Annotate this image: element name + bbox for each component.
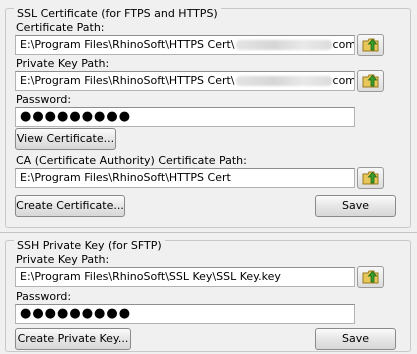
folder-with-green-arrow-icon	[362, 74, 378, 88]
certificate-path-label: Certificate Path:	[16, 21, 105, 34]
ssh-private-key-path-field[interactable]: E:\Program Files\RhinoSoft\SSL Key\SSL K…	[15, 267, 355, 287]
view-certificate-button[interactable]: View Certificate...	[15, 128, 116, 150]
redacted-domain	[235, 40, 332, 50]
ssl-save-button[interactable]: Save	[315, 195, 396, 217]
ssh-password-field[interactable]: ●●●●●●●●●	[15, 304, 355, 324]
certificate-path-field[interactable]: E:\Program Files\RhinoSoft\HTTPS Cert\ co…	[15, 35, 355, 55]
ca-certificate-path-label: CA (Certificate Authority) Certificate P…	[16, 154, 247, 167]
ca-certificate-path-field[interactable]: E:\Program Files\RhinoSoft\HTTPS Cert	[15, 168, 355, 188]
ca-certificate-path-browse-button[interactable]	[357, 167, 384, 189]
folder-with-green-arrow-icon	[362, 171, 378, 185]
folder-with-green-arrow-icon	[362, 38, 378, 52]
private-key-path-field[interactable]: E:\Program Files\RhinoSoft\HTTPS Cert\ co…	[15, 71, 355, 91]
ssh-password-label: Password:	[16, 290, 72, 303]
ssh-group-title: SSH Private Key (for SFTP)	[14, 239, 165, 253]
private-key-path-label: Private Key Path:	[16, 57, 110, 70]
ssl-password-label: Password:	[16, 93, 72, 106]
create-certificate-button[interactable]: Create Certificate...	[15, 195, 125, 217]
section-divider	[0, 232, 417, 233]
ssl-group-title: SSL Certificate (for FTPS and HTTPS)	[14, 7, 221, 21]
redacted-domain	[235, 76, 332, 86]
folder-with-green-arrow-icon	[362, 270, 378, 284]
ssh-save-button[interactable]: Save	[315, 328, 396, 350]
ssl-password-field[interactable]: ●●●●●●●●●	[15, 107, 355, 127]
ssh-private-key-path-label: Private Key Path:	[16, 253, 110, 266]
certificate-path-browse-button[interactable]	[357, 34, 384, 56]
create-private-key-button[interactable]: Create Private Key...	[15, 328, 131, 350]
private-key-path-browse-button[interactable]	[357, 70, 384, 92]
ssh-private-key-path-browse-button[interactable]	[357, 266, 384, 288]
